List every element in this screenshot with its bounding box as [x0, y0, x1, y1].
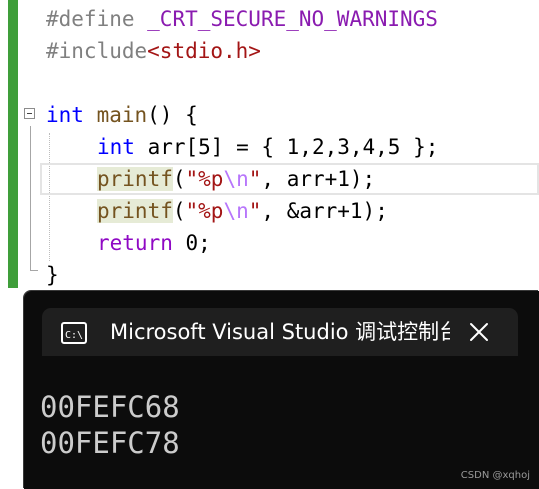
code-text: , arr+1);	[261, 167, 376, 191]
code-text: (	[172, 199, 186, 223]
code-line-2[interactable]: #include<stdio.h>	[46, 36, 261, 66]
string-literal-end: "	[248, 199, 262, 223]
keyword-return: return	[97, 231, 173, 255]
code-editor[interactable]: #define _CRT_SECURE_NO_WARNINGS #include…	[0, 0, 539, 292]
console-tab[interactable]: C:\ Microsoft Visual Studio 调试控制台	[42, 308, 518, 356]
keyword: int	[97, 135, 135, 159]
escape-sequence: \n	[223, 167, 249, 191]
preprocessor-directive: #include	[46, 39, 148, 63]
code-line-8[interactable]: return 0;	[46, 228, 211, 258]
code-line-9[interactable]: }	[46, 260, 59, 290]
svg-text:C:\: C:\	[65, 330, 83, 341]
preprocessor-directive: #define	[46, 7, 135, 31]
close-icon[interactable]	[468, 321, 490, 343]
debug-console-window[interactable]: C:\ Microsoft Visual Studio 调试控制台 00FEFC…	[24, 291, 539, 489]
function-call: printf	[97, 199, 173, 223]
keyword: int	[46, 103, 84, 127]
function-name: main	[83, 103, 148, 127]
code-line-4[interactable]: int main() {	[46, 100, 198, 130]
code-line-5[interactable]: int arr[5] = { 1,2,3,4,5 };	[46, 132, 438, 162]
terminal-icon: C:\	[61, 322, 87, 344]
code-text: , &arr+1);	[261, 199, 388, 223]
code-line-1[interactable]: #define _CRT_SECURE_NO_WARNINGS	[46, 4, 438, 34]
escape-sequence: \n	[223, 199, 249, 223]
collapse-region-icon[interactable]	[24, 108, 35, 119]
closing-brace: }	[46, 263, 59, 287]
code-text: arr[5] = { 1,2,3,4,5 };	[134, 135, 439, 159]
include-header: <stdio.h>	[147, 39, 261, 63]
tab-title: Microsoft Visual Studio 调试控制台	[110, 320, 450, 344]
function-call: printf	[97, 167, 173, 191]
code-text: 0;	[172, 231, 211, 255]
string-literal-end: "	[248, 167, 262, 191]
watermark: CSDN @xqhoj	[460, 470, 530, 481]
code-line-6[interactable]: printf("%p\n", arr+1);	[46, 164, 375, 194]
fold-region-line	[30, 126, 31, 271]
code-text: (	[172, 167, 186, 191]
change-tracking-bar	[8, 0, 18, 288]
code-line-7[interactable]: printf("%p\n", &arr+1);	[46, 196, 388, 226]
string-literal: "%p	[185, 167, 224, 191]
console-output-line-2: 00FEFC78	[40, 426, 180, 460]
macro-name: _CRT_SECURE_NO_WARNINGS	[134, 7, 438, 31]
fold-region-end	[30, 270, 38, 271]
code-text: () {	[147, 103, 198, 127]
string-literal: "%p	[185, 199, 224, 223]
console-output-line-1: 00FEFC68	[40, 390, 180, 424]
